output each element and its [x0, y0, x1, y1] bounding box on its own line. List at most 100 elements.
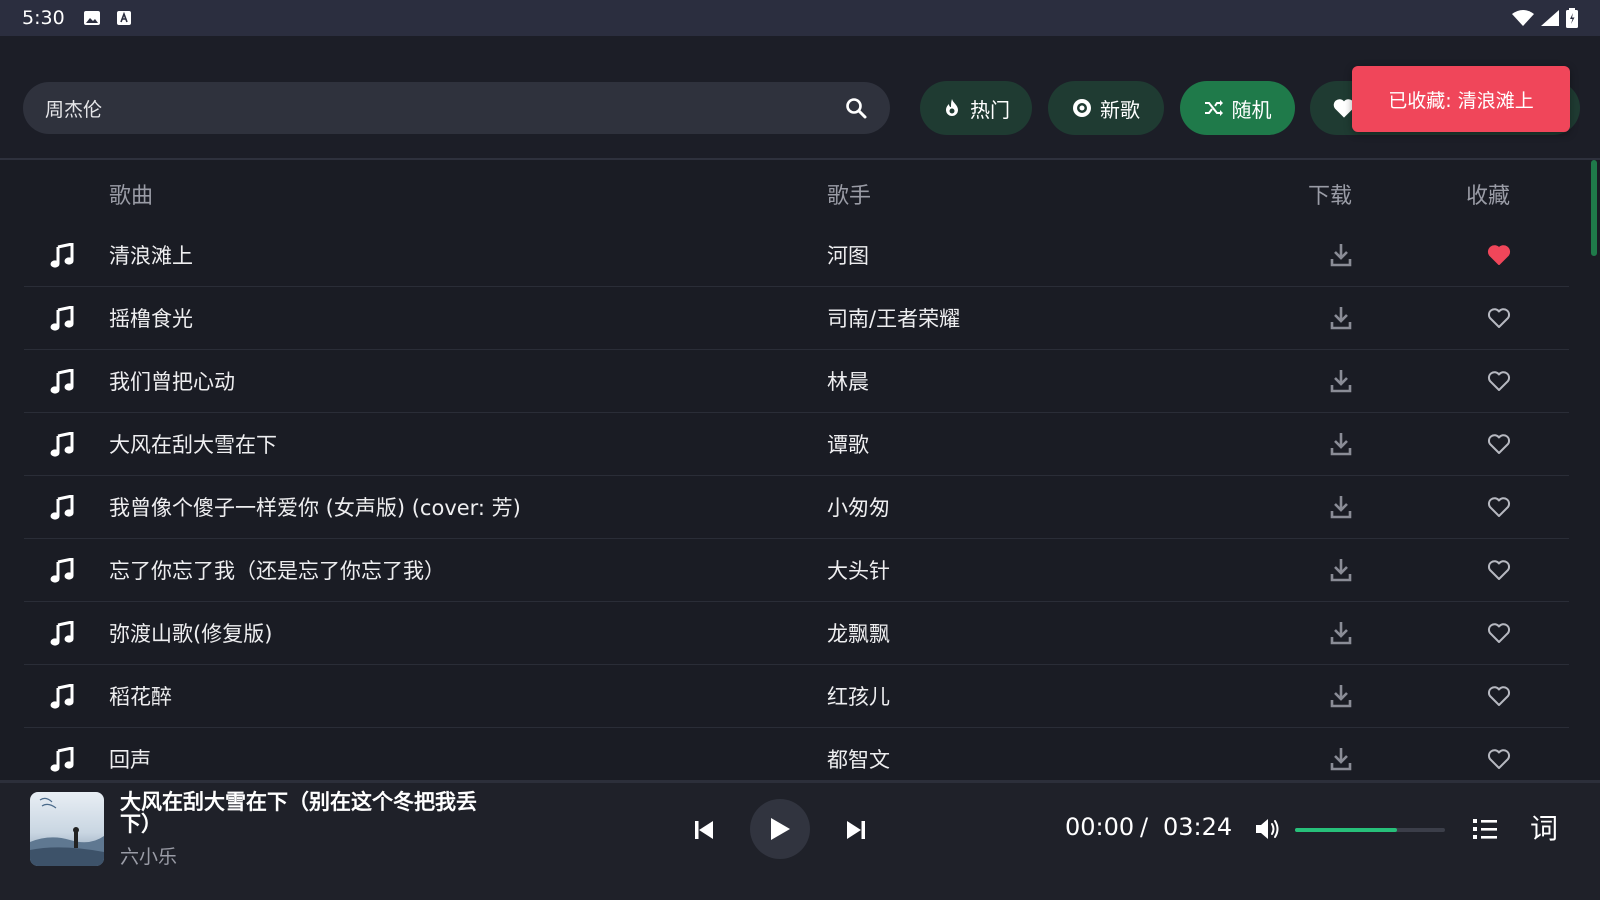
wifi-icon: [1512, 10, 1534, 26]
download-icon[interactable]: [1329, 557, 1353, 583]
filter-new-button[interactable]: 新歌: [1048, 81, 1164, 135]
total-time: 03:24: [1163, 813, 1233, 841]
song-artist[interactable]: 龙飘飘: [827, 618, 890, 648]
search-bar[interactable]: 周杰伦: [23, 82, 890, 134]
heart-outline-icon[interactable]: [1487, 432, 1511, 456]
table-header: 歌曲 歌手 下载 收藏: [24, 160, 1569, 230]
playlist-icon[interactable]: [1472, 817, 1498, 841]
download-icon[interactable]: [1329, 620, 1353, 646]
play-button[interactable]: [750, 799, 810, 859]
toast-notification: 已收藏: 清浪滩上: [1352, 66, 1570, 132]
filter-hot-button[interactable]: 热门: [920, 81, 1032, 135]
song-title[interactable]: 稻花醉: [109, 681, 172, 711]
heart-outline-icon[interactable]: [1487, 558, 1511, 582]
song-title[interactable]: 摇橹食光: [109, 303, 193, 333]
volume-level: [1295, 828, 1397, 832]
song-title[interactable]: 我曾像个傻子一样爱你 (女声版) (cover: 芳): [109, 492, 521, 522]
header-favorite: 收藏: [1466, 184, 1511, 209]
song-title[interactable]: 清浪滩上: [109, 240, 193, 270]
header: 周杰伦 热门 新歌 随机 已收藏: 清浪滩上: [0, 36, 1600, 160]
table-row[interactable]: 摇橹食光 司南/王者荣耀: [24, 286, 1569, 350]
player-bar: 大风在刮大雪在下（别在这个冬把我丢下） 六小乐 00:00 / 03:24 词: [0, 780, 1600, 900]
table-row[interactable]: 大风在刮大雪在下 谭歌: [24, 412, 1569, 476]
filter-hot-label: 热门: [970, 97, 1010, 122]
music-note-icon: [50, 683, 74, 710]
header-download: 下载: [1308, 184, 1353, 209]
heart-outline-icon[interactable]: [1487, 684, 1511, 708]
song-title[interactable]: 弥渡山歌(修复版): [109, 618, 272, 648]
download-icon[interactable]: [1329, 368, 1353, 394]
heart-outline-icon[interactable]: [1487, 306, 1511, 330]
song-title[interactable]: 回声: [109, 744, 151, 774]
table-row[interactable]: 稻花醉 红孩儿: [24, 664, 1569, 728]
table-row[interactable]: 忘了你忘了我（还是忘了你忘了我） 大头针: [24, 538, 1569, 602]
previous-track-icon[interactable]: [694, 819, 714, 841]
play-icon: [771, 818, 790, 840]
header-artist: 歌手: [827, 184, 872, 209]
heart-outline-icon[interactable]: [1487, 495, 1511, 519]
song-table: 歌曲 歌手 下载 收藏 清浪滩上 河图摇橹食光 司南/王者荣耀我们曾把心动 林晨大风在…: [0, 160, 1600, 780]
download-icon[interactable]: [1329, 683, 1353, 709]
app-notification-icon: [116, 11, 131, 25]
song-title[interactable]: 忘了你忘了我（还是忘了你忘了我）: [109, 555, 445, 585]
now-playing-artist: 六小乐: [120, 846, 178, 868]
volume-slider[interactable]: [1295, 828, 1445, 832]
music-note-icon: [50, 431, 74, 458]
next-track-icon[interactable]: [846, 819, 866, 841]
heart-outline-icon[interactable]: [1487, 747, 1511, 771]
song-artist[interactable]: 河图: [827, 240, 869, 270]
download-icon[interactable]: [1329, 242, 1353, 268]
table-row[interactable]: 清浪滩上 河图: [24, 223, 1569, 287]
now-playing-title: 大风在刮大雪在下（别在这个冬把我丢下）: [120, 790, 477, 836]
album-art-image: [30, 792, 104, 866]
toast-text: 已收藏: 清浪滩上: [1388, 89, 1534, 112]
music-note-icon: [50, 746, 74, 773]
filter-random-button[interactable]: 随机: [1180, 81, 1295, 135]
scrollbar-thumb[interactable]: [1591, 160, 1597, 256]
download-icon[interactable]: [1329, 305, 1353, 331]
header-song: 歌曲: [109, 184, 154, 209]
song-artist[interactable]: 大头针: [827, 555, 890, 585]
disc-icon: [1073, 99, 1091, 117]
volume-icon[interactable]: [1254, 817, 1282, 841]
table-row[interactable]: 我曾像个傻子一样爱你 (女声版) (cover: 芳) 小匆匆: [24, 475, 1569, 539]
time-separator: /: [1140, 813, 1149, 841]
filter-random-label: 随机: [1231, 97, 1272, 122]
song-artist[interactable]: 都智文: [827, 744, 890, 774]
search-icon[interactable]: [844, 96, 868, 120]
download-icon[interactable]: [1329, 431, 1353, 457]
download-icon[interactable]: [1329, 494, 1353, 520]
music-note-icon: [50, 242, 74, 269]
lyrics-button[interactable]: 词: [1530, 807, 1558, 847]
song-artist[interactable]: 林晨: [827, 366, 869, 396]
image-notification-icon: [83, 11, 100, 25]
battery-icon: [1566, 8, 1578, 28]
download-icon[interactable]: [1329, 746, 1353, 772]
music-note-icon: [50, 368, 74, 395]
heart-filled-icon[interactable]: [1487, 243, 1511, 267]
table-row[interactable]: 弥渡山歌(修复版) 龙飘飘: [24, 601, 1569, 665]
filter-new-label: 新歌: [1100, 97, 1140, 122]
search-input[interactable]: 周杰伦: [45, 95, 844, 122]
music-note-icon: [50, 620, 74, 647]
heart-outline-icon[interactable]: [1487, 621, 1511, 645]
song-title[interactable]: 我们曾把心动: [109, 366, 235, 396]
shuffle-icon: [1204, 100, 1223, 116]
music-note-icon: [50, 494, 74, 521]
song-artist[interactable]: 红孩儿: [827, 681, 890, 711]
song-artist[interactable]: 小匆匆: [827, 492, 890, 522]
song-title[interactable]: 大风在刮大雪在下: [109, 429, 277, 459]
fire-icon: [946, 99, 958, 116]
album-cover[interactable]: [30, 792, 104, 866]
song-artist[interactable]: 司南/王者荣耀: [827, 303, 960, 333]
status-bar: 5:30: [0, 0, 1600, 36]
status-time: 5:30: [22, 7, 65, 29]
signal-icon: [1541, 10, 1559, 26]
table-row[interactable]: 回声 都智文: [24, 727, 1569, 780]
heart-outline-icon[interactable]: [1487, 369, 1511, 393]
current-time: 00:00: [1065, 813, 1135, 841]
music-note-icon: [50, 305, 74, 332]
song-artist[interactable]: 谭歌: [827, 429, 869, 459]
music-note-icon: [50, 557, 74, 584]
table-row[interactable]: 我们曾把心动 林晨: [24, 349, 1569, 413]
